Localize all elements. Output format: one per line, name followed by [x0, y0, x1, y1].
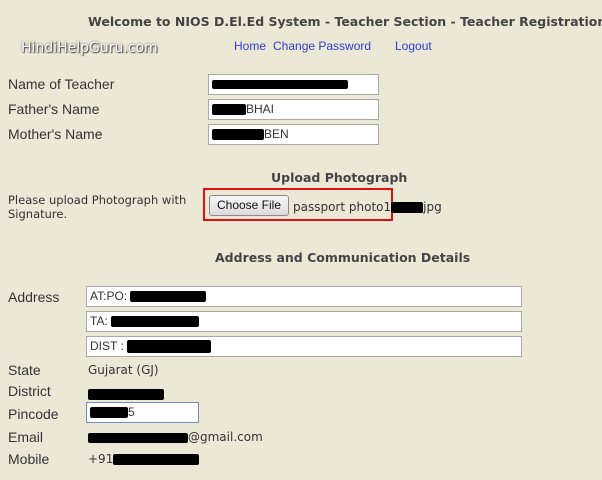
file-name-suffix: jpg	[423, 200, 442, 214]
father-name-label: Father's Name	[8, 101, 100, 117]
email-label: Email	[8, 429, 44, 445]
choose-file-button[interactable]: Choose File	[209, 195, 289, 216]
redacted-value	[212, 129, 264, 141]
watermark-text: HindiHelpGuru.com	[21, 40, 158, 56]
teacher-name-input[interactable]	[208, 74, 379, 95]
father-name-suffix: BHAI	[246, 102, 275, 116]
district-value	[88, 384, 164, 403]
email-value: @gmail.com	[88, 430, 263, 444]
father-name-input[interactable]: BHAI	[208, 99, 379, 120]
redacted-value	[113, 454, 200, 465]
email-suffix: @gmail.com	[188, 430, 263, 444]
address-line1-input[interactable]: AT:PO:	[86, 286, 522, 307]
teacher-name-label: Name of Teacher	[8, 76, 115, 92]
state-label: State	[8, 362, 41, 378]
mobile-label: Mobile	[8, 451, 50, 467]
address-line3-input[interactable]: DIST :	[86, 336, 522, 357]
redacted-value	[391, 202, 424, 213]
upload-instruction: Please upload Photograph with Signature.	[8, 193, 187, 221]
mobile-prefix: +91	[88, 452, 114, 466]
address-line2-prefix: TA:	[90, 314, 108, 328]
nav-logout-link[interactable]: Logout	[395, 39, 432, 53]
page-title: Welcome to NIOS D.El.Ed System - Teacher…	[88, 14, 602, 29]
redacted-value	[212, 80, 348, 90]
address-line1-prefix: AT:PO:	[90, 289, 128, 303]
redacted-value	[88, 432, 188, 443]
upload-photo-heading: Upload Photograph	[271, 170, 408, 185]
address-label: Address	[8, 289, 60, 305]
address-line2-input[interactable]: TA:	[86, 311, 522, 332]
selected-file-name: passport photo1 jpg	[293, 200, 442, 214]
pincode-input[interactable]: 5	[86, 402, 199, 423]
redacted-value	[88, 389, 164, 400]
redacted-value	[130, 291, 207, 303]
mobile-value: +91	[88, 452, 200, 466]
pincode-label: Pincode	[8, 406, 59, 422]
nav-change-password-link[interactable]: Change Password	[273, 39, 371, 53]
mother-name-label: Mother's Name	[8, 126, 103, 142]
district-label: District	[8, 383, 51, 399]
redacted-value	[127, 340, 212, 354]
address-section-heading: Address and Communication Details	[215, 250, 471, 265]
redacted-value	[90, 407, 128, 419]
mother-name-suffix: BEN	[264, 127, 289, 141]
pincode-suffix: 5	[128, 405, 135, 419]
state-value: Gujarat (GJ)	[88, 363, 159, 377]
redacted-value	[212, 104, 246, 116]
redacted-value	[111, 316, 200, 328]
mother-name-input[interactable]: BEN	[208, 124, 379, 145]
nav-home-link[interactable]: Home	[234, 39, 266, 53]
address-line3-prefix: DIST :	[90, 339, 124, 353]
file-name-prefix: passport photo1	[293, 200, 392, 214]
